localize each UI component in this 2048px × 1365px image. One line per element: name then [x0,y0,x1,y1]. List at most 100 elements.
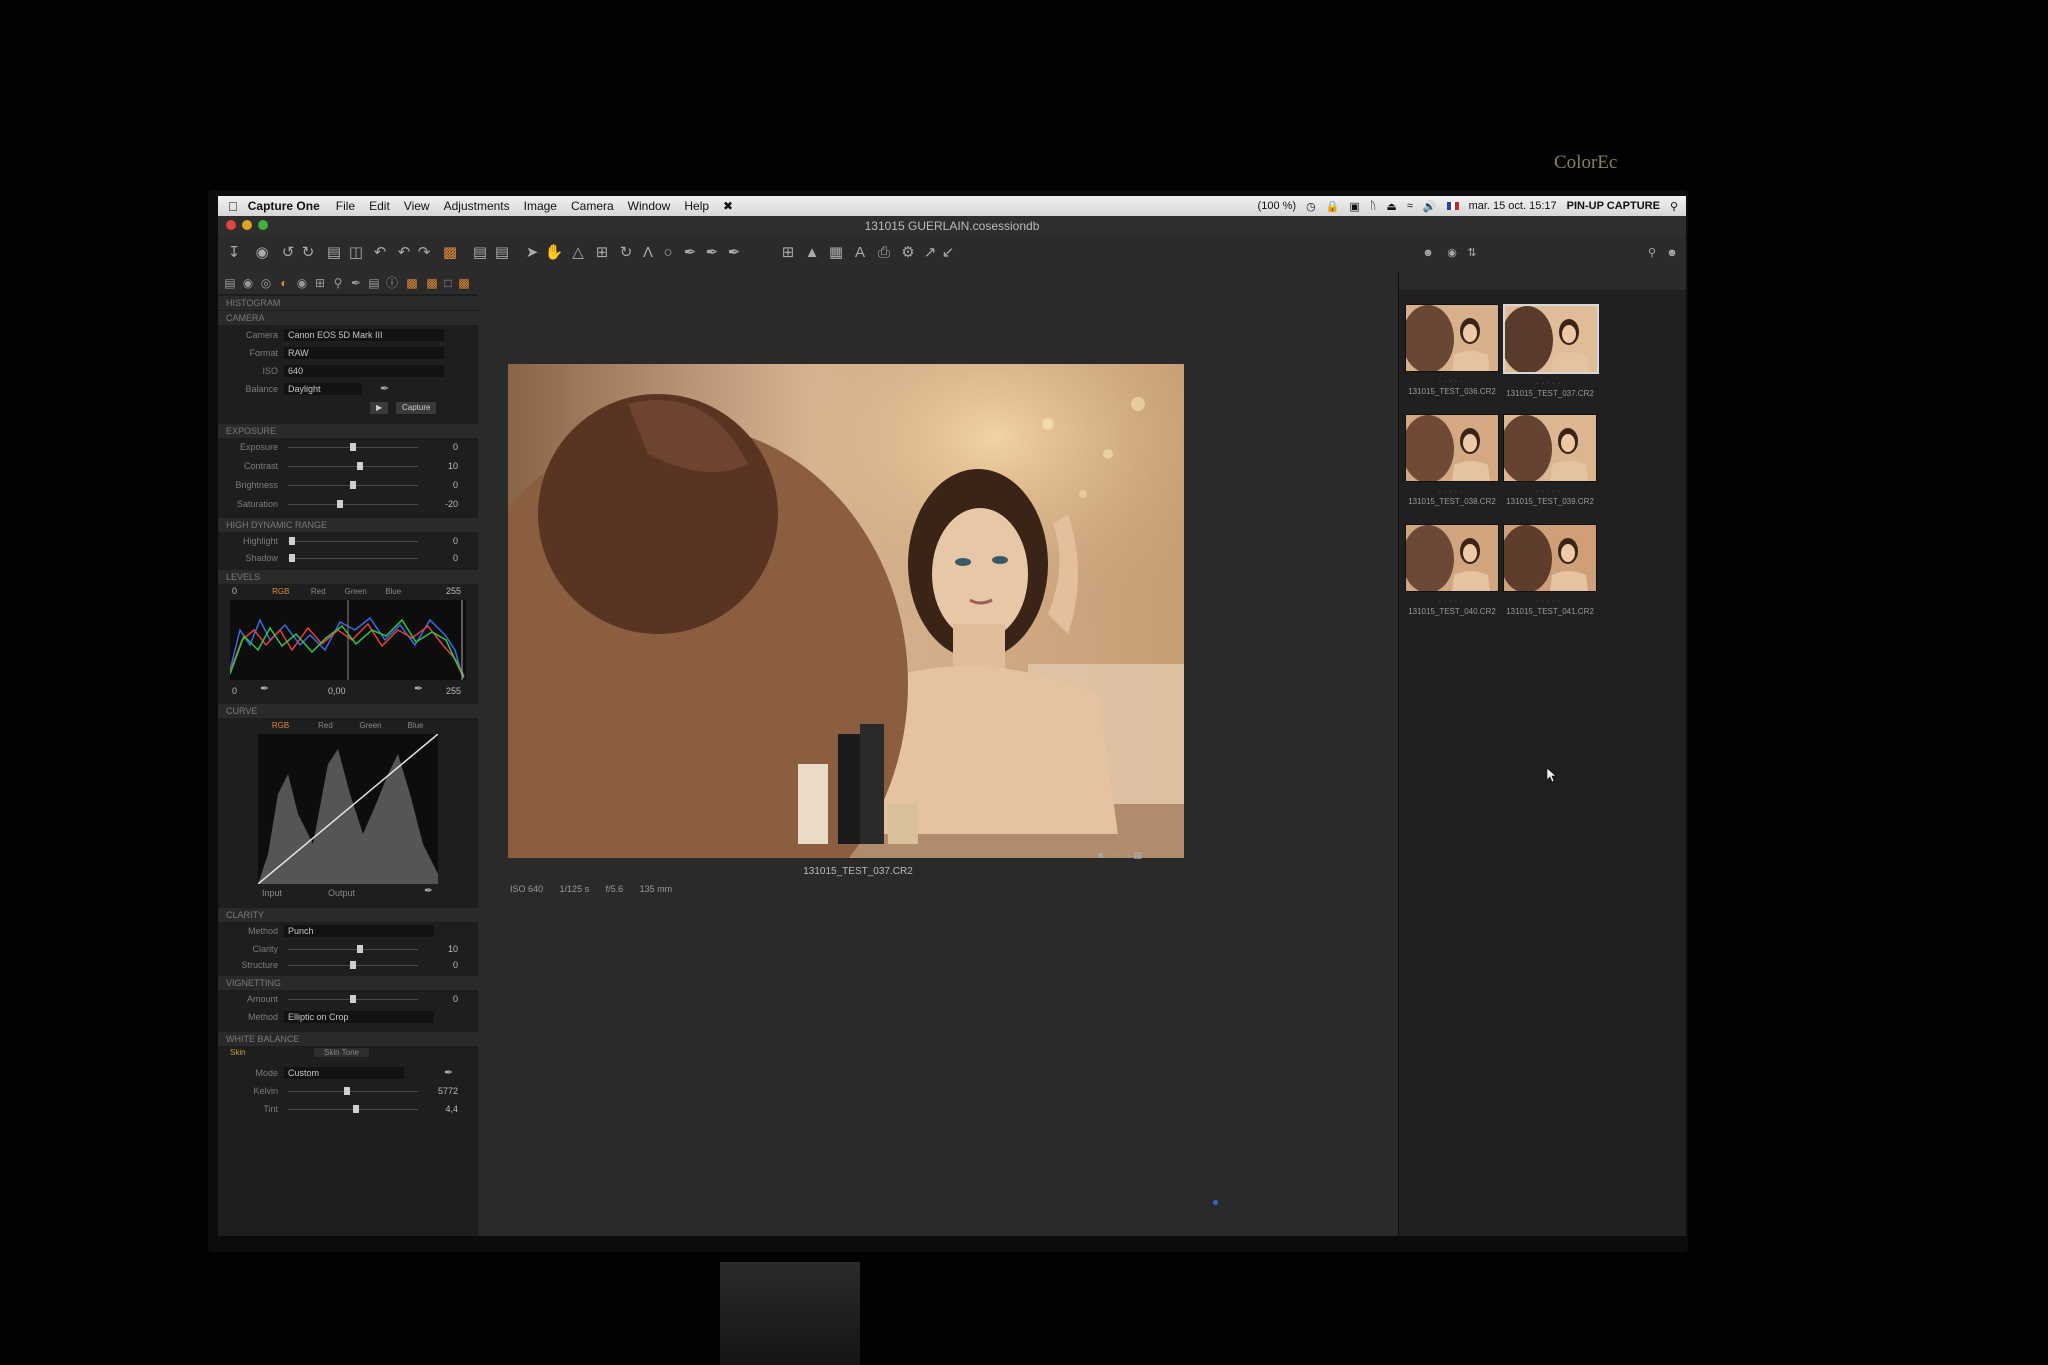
hdr-shadow-value[interactable]: 0 [428,551,458,566]
curve-tab-green[interactable]: Green [348,720,393,732]
tab-adjustments-icon[interactable]: ▤ [366,275,382,291]
video-icon[interactable]: ▶ [370,402,389,414]
hdr-shadow-knob[interactable] [288,554,295,562]
menu-image[interactable]: Image [524,199,557,213]
mask-brush-icon[interactable]: ✒ [702,243,722,263]
clarity-clarity-value[interactable]: 10 [428,942,458,957]
wb-kelvin-value[interactable]: 5772 [428,1084,458,1099]
search-icon[interactable]: ⚲ [1642,243,1662,263]
eye-icon[interactable]: ◉ [1442,243,1462,263]
curve-tab-rgb[interactable]: RGB [258,720,303,732]
print-icon[interactable]: ⎙ [874,243,894,263]
eject-icon[interactable]: ⏏ [1386,200,1396,213]
section-hdr[interactable]: HIGH DYNAMIC RANGE [218,518,478,532]
tab-view-multi-icon[interactable]: ▩ [456,275,472,291]
menu-datetime[interactable]: mar. 15 oct. 15:17 [1469,200,1557,212]
tab-batch-icon[interactable]: ▩ [424,275,440,291]
crop-icon[interactable]: ⊞ [592,243,612,263]
move-to-folder-icon[interactable]: ▤ [324,243,344,263]
curve-graph[interactable] [257,733,439,885]
tab-color-icon[interactable]: ◉ [294,275,310,291]
wb-picker-icon[interactable]: ✒ [380,382,389,395]
exposure-saturation-value[interactable]: -20 [428,497,458,512]
bluetooth-icon[interactable]: ᚢ [1370,200,1377,212]
thumbnail-image[interactable] [1405,524,1499,592]
thumbnail-rating[interactable]: ····· [1503,488,1597,495]
user-icon[interactable]: ☻ [1418,243,1438,263]
menu-view[interactable]: View [404,199,430,213]
apple-icon[interactable]:  [228,199,238,214]
flag-icon[interactable] [1446,202,1459,210]
thumbnail-rating[interactable]: ····· [1405,488,1499,495]
settings-gear-icon[interactable]: ⚙ [898,243,918,263]
wb-skin-tab[interactable]: Skin [230,1048,246,1057]
levels-low-value[interactable]: 0 [232,586,237,596]
tab-composition-icon[interactable]: ⊞ [312,275,328,291]
levels-tab-red[interactable]: Red [300,586,338,598]
main-photo[interactable] [508,364,1184,858]
menu-window[interactable]: Window [628,199,671,213]
expand-icon[interactable]: ↗ [920,243,940,263]
levels-tab-rgb[interactable]: RGB [262,586,300,598]
clarity-structure-value[interactable]: 0 [428,958,458,973]
clarity-method-select[interactable]: Punch [284,925,434,937]
menu-user[interactable]: PIN-UP CAPTURE [1567,200,1660,212]
tab-output-icon[interactable]: ▩ [404,275,420,291]
levels-black-picker-icon[interactable]: ✒ [260,682,269,695]
tab-details-icon[interactable]: ⚲ [330,275,346,291]
sort-icon[interactable]: ⇅ [1462,243,1482,263]
text-overlay-icon[interactable]: A [850,243,870,263]
levels-midpoint-value[interactable]: 0,00 [328,686,346,696]
section-histogram[interactable]: HISTOGRAM [218,296,478,310]
menu-edit[interactable]: Edit [369,199,390,213]
thumbnail-image[interactable] [1503,524,1597,592]
menu-file[interactable]: File [336,199,355,213]
volume-icon[interactable]: 🔊 [1423,200,1437,213]
section-camera[interactable]: CAMERA [218,311,478,325]
import-icon[interactable]: ↧ [224,243,244,263]
tab-capture-icon[interactable]: ◉ [240,275,256,291]
curve-picker-icon[interactable]: ✒ [424,884,433,897]
exposure-warning-icon[interactable]: ▲ [802,243,822,263]
tab-library-icon[interactable]: ▤ [222,275,238,291]
levels-output-low[interactable]: 0 [232,686,237,696]
pan-hand-icon[interactable]: ✋ [544,243,564,263]
thumbnail-rating[interactable]: ····· [1405,598,1499,605]
wb-mode-select[interactable]: Custom [284,1067,404,1079]
vignetting-method-select[interactable]: Elliptic on Crop [284,1011,434,1023]
exposure-brightness-knob[interactable] [350,481,356,489]
reset-icon[interactable]: ↶ [394,243,414,263]
clarity-structure-knob[interactable] [350,961,356,969]
section-curve[interactable]: CURVE [218,704,478,718]
clarity-clarity-knob[interactable] [356,945,363,953]
wb-skin-tone-tab[interactable]: Skin Tone [314,1048,369,1057]
hdr-highlight-value[interactable]: 0 [428,534,458,549]
thumbnail-image[interactable] [1503,304,1599,374]
tab-lens-icon[interactable]: ◎ [258,275,274,291]
format-select[interactable]: RAW [284,347,444,359]
tab-metadata-icon[interactable]: ⓘ [384,275,400,291]
thumbnail-image[interactable] [1503,414,1597,482]
exposure-exposure-knob[interactable] [350,443,356,451]
thumbnail[interactable]: ····· 131015_TEST_041.CR2 [1503,524,1597,616]
pick-color-icon[interactable]: ✒ [680,243,700,263]
exposure-contrast-knob[interactable] [356,462,363,470]
copy-adjustments-icon[interactable]: ▩ [440,243,460,263]
levels-output-high[interactable]: 255 [446,686,461,696]
viewer-rating-strip[interactable]: ■ · · · · · ▦ [1098,850,1142,861]
section-exposure[interactable]: EXPOSURE [218,424,478,438]
wb-kelvin-track[interactable] [288,1091,418,1092]
camera-select[interactable]: Canon EOS 5D Mark III [284,329,444,341]
thumbnail-image[interactable] [1405,414,1499,482]
iso-select[interactable]: 640 [284,365,444,377]
menu-help[interactable]: Help [684,199,709,213]
wb-mode-picker-icon[interactable]: ✒ [444,1066,453,1079]
wifi-icon[interactable]: ≈ [1407,200,1413,212]
thumbnail-image[interactable] [1405,304,1499,372]
section-clarity[interactable]: CLARITY [218,908,478,922]
thumbnail[interactable]: ····· 131015_TEST_036.CR2 [1405,304,1499,396]
capture-button[interactable]: Capture [396,402,437,414]
collapse-icon[interactable]: ↙ [938,243,958,263]
zoom-tool-icon[interactable]: △ [568,243,588,263]
exposure-saturation-knob[interactable] [337,500,343,508]
